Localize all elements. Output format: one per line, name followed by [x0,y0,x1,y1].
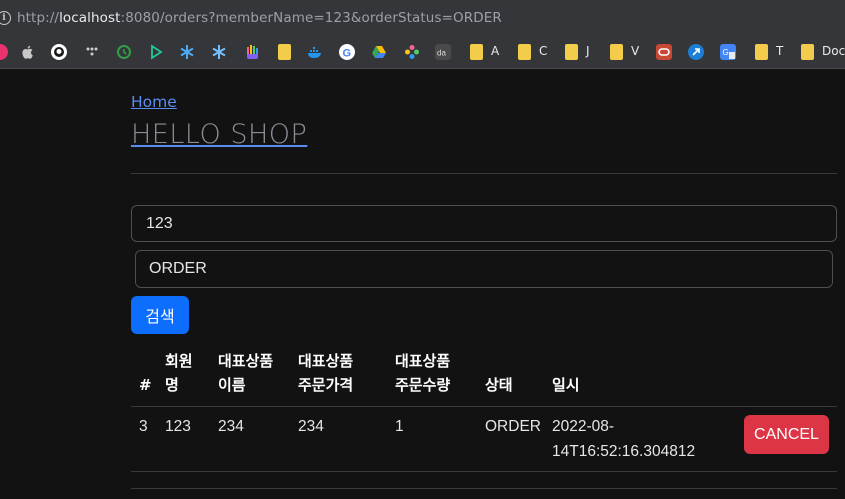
hand-icon[interactable] [244,44,260,60]
search-button[interactable]: 검색 [131,296,189,334]
snowflake-icon-2[interactable] [211,44,227,60]
header-status: 상태 [485,376,513,394]
linktree-icon[interactable] [84,44,100,60]
bookmark-j-label[interactable]: J [586,44,590,58]
header-member-line2: 명 [165,376,179,394]
footer-divider [131,488,837,489]
docker-icon[interactable] [307,44,323,60]
cell-date-line1: 2022-08- [552,418,615,435]
play-icon[interactable] [148,44,164,60]
header-id: # [139,376,152,394]
header-item-name-line1: 대표상품 [218,352,274,370]
brand-title[interactable]: HELLO SHOP [131,119,307,150]
bookmark-pink-icon[interactable] [0,44,8,60]
bookmark-doc-label[interactable]: Doc [822,44,845,58]
header-date: 일시 [552,376,580,394]
folder-icon[interactable] [278,44,291,60]
header-item-price-line2: 주문가격 [298,376,354,394]
folder-j-icon[interactable] [565,44,578,60]
table-header-divider [131,406,837,407]
cell-item-price: 234 [298,418,324,435]
github-icon[interactable] [51,44,67,60]
cell-member: 123 [165,418,191,435]
oracle-icon[interactable] [656,44,672,60]
bookmark-v-label[interactable]: V [631,44,639,58]
folder-v-icon[interactable] [610,44,623,60]
svg-text:G: G [723,48,729,57]
clock-icon[interactable] [116,44,132,60]
url-text[interactable]: http://localhost:8080/orders?memberName=… [17,10,502,26]
bookmark-c-label[interactable]: C [539,44,547,58]
translate-icon[interactable]: G [720,44,736,60]
da-icon[interactable]: da [435,44,451,60]
folder-doc-icon[interactable] [801,44,814,60]
site-info-icon[interactable]: i [0,11,11,25]
cell-id: 3 [139,418,148,435]
bookmark-a-label[interactable]: A [491,44,499,58]
table-row-divider [131,471,837,472]
google-icon[interactable]: G [339,44,355,60]
header-item-price-line1: 대표상품 [298,352,354,370]
apple-icon[interactable] [20,44,36,60]
svg-text:G: G [343,48,352,60]
folder-c-icon[interactable] [518,44,531,60]
cancel-order-button[interactable]: CANCEL [744,415,829,454]
header-divider [131,173,837,174]
cell-item-count: 1 [395,418,404,435]
cell-date-line2: 14T16:52:16.304812 [552,443,696,460]
address-bar[interactable]: i http://localhost:8080/orders?memberNam… [0,0,845,36]
header-member-line1: 회원 [165,352,193,370]
order-status-select[interactable] [135,250,833,288]
jira-icon[interactable] [688,44,704,60]
header-item-name-line2: 이름 [218,376,246,394]
member-name-input[interactable] [131,205,837,242]
header-item-count-line2: 주문수량 [395,376,451,394]
home-link[interactable]: Home [131,93,177,111]
pinwheel-icon[interactable] [404,44,420,60]
bookmark-t-label[interactable]: T [776,44,783,58]
snowflake-icon[interactable] [179,44,195,60]
svg-text:da: da [437,49,446,58]
bookmarks-bar: G da A C J V G T Doc [0,36,845,69]
folder-t-icon[interactable] [755,44,768,60]
folder-a-icon[interactable] [470,44,483,60]
cell-status: ORDER [485,418,541,435]
cell-item-name: 234 [218,418,244,435]
drive-icon[interactable] [371,44,387,60]
header-item-count-line1: 대표상품 [395,352,451,370]
